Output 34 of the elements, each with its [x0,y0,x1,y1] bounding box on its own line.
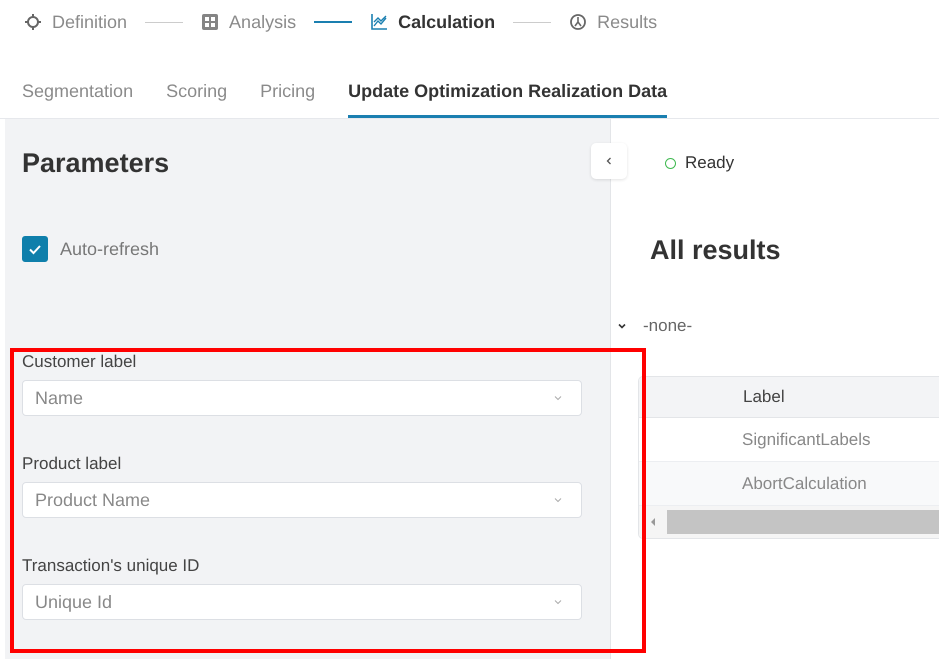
status-text: Ready [685,153,734,173]
group-label: -none- [643,316,692,336]
step[interactable]: Definition [24,12,128,32]
line-chart-icon [370,13,388,31]
status-ring-icon [665,158,676,168]
chevron-down-icon [553,393,563,403]
step[interactable]: Results [569,12,658,32]
table-cell-text: AbortCalculation [741,474,867,494]
field-label: Product label [22,454,122,474]
crosshair-icon [24,13,42,31]
dial-icon [569,13,588,31]
chevron-left-icon [604,156,614,166]
section-title: All results [650,235,782,266]
dropdown-field[interactable]: Product Name [22,482,582,518]
tab[interactable]: Pricing [260,68,316,118]
scroll-left-icon[interactable] [649,517,657,527]
step[interactable]: Analysis [201,12,296,32]
field-label: Customer label [22,352,138,372]
table-cell-text: SignificantLabels [741,430,871,450]
chevron-down-icon [553,495,563,505]
panel-title: Parameters [22,148,170,179]
chevron-down-icon[interactable] [617,321,627,331]
checkbox-label: Auto-refresh [60,238,160,260]
checkbox[interactable] [22,236,48,262]
dropdown-field[interactable]: Name [22,380,582,416]
step[interactable]: Calculation [370,12,496,32]
tab[interactable]: Segmentation [22,68,134,118]
dropdown-field[interactable]: Unique Id [22,584,582,620]
tab[interactable]: Scoring [166,68,228,118]
chevron-down-icon [553,597,563,607]
grid-icon [201,13,220,31]
column-header: Label [742,387,785,407]
field-label: Transaction's unique ID [22,556,200,576]
horizontal-scrollbar[interactable] [639,506,939,538]
